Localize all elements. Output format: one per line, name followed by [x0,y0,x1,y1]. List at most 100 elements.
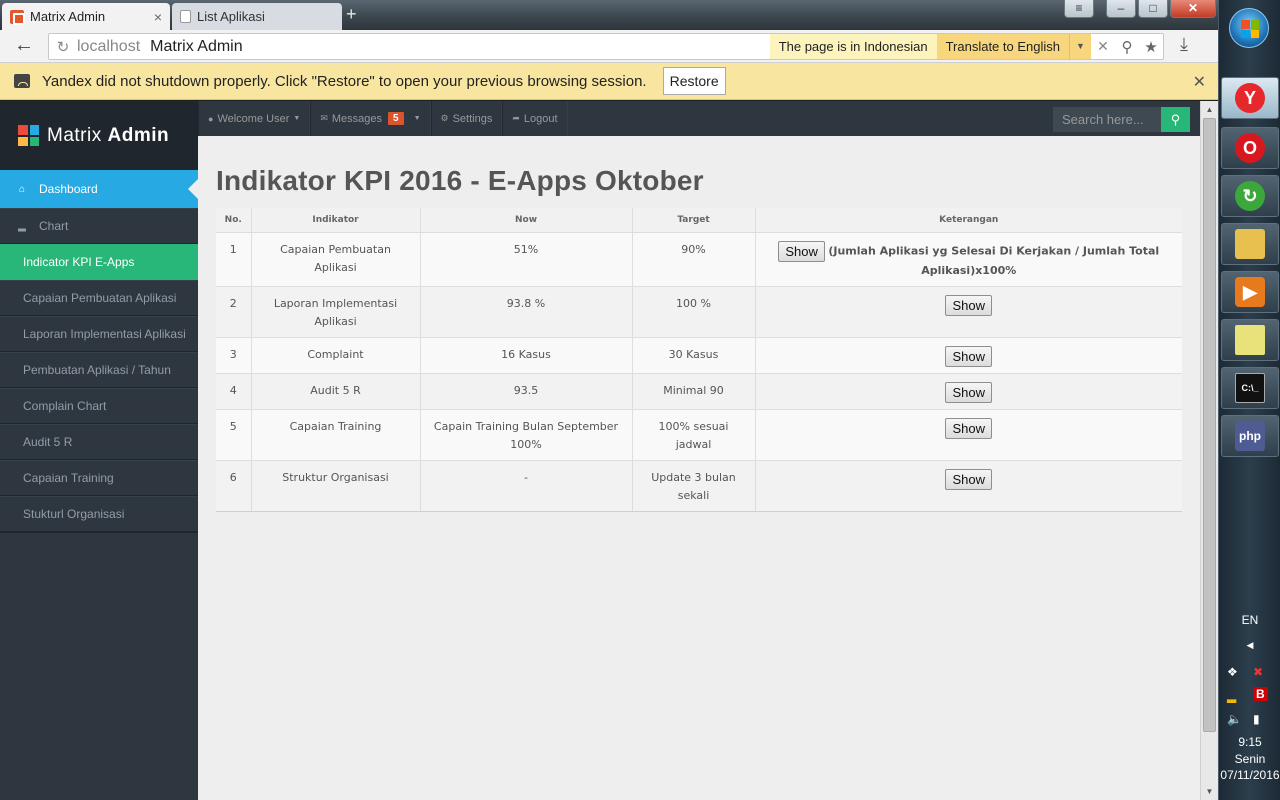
taskbar-file-explorer[interactable] [1221,223,1279,265]
clock-day: Senin [1234,752,1266,766]
sidebar-item-chart[interactable]: ▂ Chart [0,208,198,244]
restore-button[interactable]: Restore [662,67,726,95]
terminal-icon: C:\_ [1235,373,1265,403]
xampp-favicon-icon [10,9,25,25]
back-arrow-icon[interactable]: ← [14,34,34,57]
scroll-up-icon[interactable]: ▲ [1201,101,1218,118]
maximize-button[interactable]: □ [1138,0,1168,18]
sidebar-item-pembuatan-per-tahun[interactable]: Pembuatan Aplikasi / Tahun [0,352,198,388]
close-window-button[interactable]: ✕ [1170,0,1216,18]
tab-matrix-admin[interactable]: Matrix Admin × [2,3,170,30]
clock-time[interactable]: 9:15 [1219,735,1280,749]
globe-refresh-icon: ↻ [1235,181,1265,211]
new-tab-icon[interactable]: + [346,4,357,25]
sidebar-item-audit-5r[interactable]: Audit 5 R [0,424,198,460]
translate-dropdown-icon[interactable]: ▼ [1069,34,1091,59]
show-hidden-icons-icon[interactable]: ◀ [1219,640,1280,651]
restore-infobar: Yandex did not shutdown properly. Click … [0,63,1218,100]
sidebar-item-label: Indicator KPI E-Apps [23,255,135,269]
cell-indikator: Laporan Implementasi Aplikasi [250,285,421,338]
settings-link[interactable]: ⚙ Settings [430,101,503,136]
cell-keterangan: Show [754,372,1182,410]
window-controls: ≡ – □ ✕ [1064,0,1216,18]
table-row: 4 Audit 5 R 93.5 Minimal 90 Show [216,372,1182,410]
language-indicator[interactable]: EN [1219,613,1280,627]
cell-keterangan: Show [754,285,1182,338]
vertical-scrollbar[interactable]: ▲ ▼ [1200,101,1218,800]
taskbar-opera[interactable]: O [1221,127,1279,169]
bookmark-star-icon[interactable]: ★ [1139,38,1163,56]
taskbar-media-player[interactable]: ▶ [1221,271,1279,313]
browser-menu-icon[interactable]: ≡ [1064,0,1094,18]
reload-icon[interactable]: ↻ [49,38,77,56]
search-input[interactable] [1053,107,1161,132]
logout-link[interactable]: ➦ Logout [502,101,568,136]
b-app-icon[interactable]: B [1253,687,1268,701]
tab-list-aplikasi[interactable]: List Aplikasi [172,3,342,30]
show-button[interactable]: Show [945,417,993,439]
network-error-icon[interactable]: ✖ [1253,665,1263,679]
cell-now: 51% [419,231,633,287]
sidebar-item-label: Complain Chart [23,399,107,413]
sidebar-item-dashboard[interactable]: ⌂ Dashboard [0,170,198,208]
cell-indikator: Struktur Organisasi [250,459,421,512]
column-header-now: Now [419,208,633,233]
search-button[interactable]: ⚲ [1161,107,1190,132]
show-button[interactable]: Show [945,468,993,490]
chevron-down-icon: ▼ [413,115,421,122]
main-content: Indikator KPI 2016 - E-Apps Oktober No. … [198,136,1200,800]
cell-no: 1 [216,231,252,287]
cell-indikator: Capaian Pembuatan Aplikasi [250,231,421,287]
sidebar-item-laporan-implementasi[interactable]: Laporan Implementasi Aplikasi [0,316,198,352]
tab-close-icon[interactable]: × [154,9,162,25]
cell-target: 90% [631,231,756,287]
kpi-table: No. Indikator Now Target Keterangan 1 Ca… [216,208,1182,512]
sidebar-item-indicator-kpi[interactable]: Indicator KPI E-Apps [0,244,198,280]
taskbar-php-app[interactable]: php [1221,415,1279,457]
cell-now: 16 Kasus [419,336,633,374]
show-button[interactable]: Show [945,345,993,367]
sidebar-item-label: Dashboard [39,182,98,196]
windows-logo-icon [1241,20,1259,38]
scroll-down-icon[interactable]: ▼ [1201,783,1218,800]
taskbar-yandex-browser[interactable]: Y [1221,77,1279,119]
sidebar-item-capaian-training[interactable]: Capaian Training [0,460,198,496]
cell-keterangan: Show (Jumlah Aplikasi yg Selesai Di Kerj… [754,231,1182,287]
sidebar-divider [0,532,198,533]
cell-target: 100% sesuai jadwal [631,408,756,461]
translate-button[interactable]: Translate to English [936,34,1069,59]
user-icon: ● [208,113,214,124]
column-header-indikator: Indikator [250,208,421,233]
sidebar-item-complain-chart[interactable]: Complain Chart [0,388,198,424]
cell-target: 100 % [631,285,756,338]
taskbar-network-app[interactable]: ↻ [1221,175,1279,217]
welcome-user-menu[interactable]: ● Welcome User ▼ [198,101,311,136]
scrollbar-thumb[interactable] [1203,118,1216,732]
power-icon[interactable]: ▮ [1253,712,1260,726]
column-header-no: No. [216,208,252,233]
sidebar-item-capaian-pembuatan[interactable]: Capaian Pembuatan Aplikasi [0,280,198,316]
brand-logo[interactable]: Matrix Admin [0,101,198,170]
omnibox[interactable]: ↻ localhost Matrix Admin The page is in … [48,33,1164,60]
download-icon[interactable]: ⤓ [1180,34,1188,55]
show-button[interactable]: Show [945,294,993,316]
show-button[interactable]: Show [778,240,825,262]
messages-menu[interactable]: ✉ Messages 5 ▼ [310,101,431,136]
signal-strength-icon[interactable]: ▂ [1227,689,1236,703]
start-button[interactable] [1229,8,1269,48]
sidebar: ⌂ Dashboard ▂ Chart Indicator KPI E-Apps… [0,170,198,800]
taskbar-command-prompt[interactable]: C:\_ [1221,367,1279,409]
cell-keterangan: Show [754,336,1182,374]
translate-close-icon[interactable]: ✕ [1091,38,1115,55]
infobar-close-icon[interactable]: ✕ [1193,72,1206,92]
speaker-icon[interactable]: 🔈 [1227,712,1242,726]
magnifier-icon[interactable]: ⚲ [1115,38,1139,56]
show-button[interactable]: Show [945,381,993,403]
translate-language-label: The page is in Indonesian [769,34,937,59]
sidebar-item-struktur-organisasi[interactable]: Stukturl Organisasi [0,496,198,532]
cell-no: 6 [216,459,252,512]
taskbar-sticky-notes[interactable] [1221,319,1279,361]
minimize-button[interactable]: – [1106,0,1136,18]
dropbox-icon[interactable]: ❖ [1227,665,1238,679]
table-row: 3 Complaint 16 Kasus 30 Kasus Show [216,336,1182,374]
